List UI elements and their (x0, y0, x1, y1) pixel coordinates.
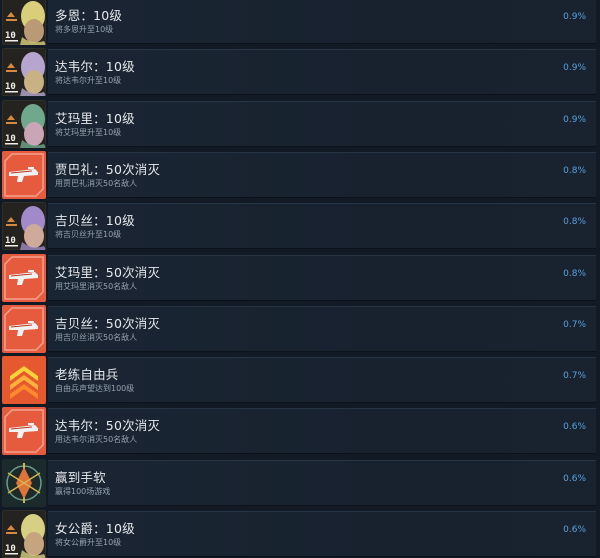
level-up-character-icon: 10 (2, 0, 46, 45)
achievement-title: 贾巴礼：50次消灭 (55, 162, 161, 177)
achievement-panel: 贾巴礼：50次消灭用贾巴礼消灭50名敌人 0.8% (48, 152, 596, 198)
achievement-row[interactable]: 10 艾玛里：10级将艾玛里升至10级 0.9% (0, 100, 600, 148)
achievement-title: 吉贝丝：50次消灭 (55, 316, 161, 331)
achievement-title: 赢到手软 (55, 470, 106, 485)
achievement-title: 达韦尔：10级 (55, 59, 135, 74)
achievement-panel: 老练自由兵自由兵声望达到100级 0.7% (48, 357, 596, 403)
achievement-title: 艾玛里：10级 (55, 111, 135, 126)
svg-text:10: 10 (5, 134, 16, 144)
achievement-description: 用贾巴礼消灭50名敌人 (55, 179, 138, 188)
unlock-percentage: 0.7% (563, 371, 586, 381)
unlock-percentage: 0.9% (563, 115, 586, 125)
achievement-description: 将多恩升至10级 (55, 25, 114, 34)
achievement-title: 多恩：10级 (55, 8, 123, 23)
unlock-percentage: 0.6% (563, 525, 586, 535)
achievement-row[interactable]: 10 达韦尔：10级将达韦尔升至10级 0.9% (0, 48, 600, 96)
achievement-description: 将达韦尔升至10级 (55, 76, 122, 85)
achievement-description: 用艾玛里消灭50名敌人 (55, 282, 138, 291)
achievement-panel: 艾玛里：10级将艾玛里升至10级 0.9% (48, 101, 596, 147)
unlock-percentage: 0.6% (563, 422, 586, 432)
achievement-panel: 达韦尔：50次消灭用达韦尔消灭50名敌人 0.6% (48, 408, 596, 454)
achievement-description: 赢得100场游戏 (55, 487, 111, 496)
achievement-title: 吉贝丝：10级 (55, 213, 135, 228)
unlock-percentage: 0.6% (563, 474, 586, 484)
achievement-description: 将女公爵升至10级 (55, 538, 122, 547)
achievement-title: 艾玛里：50次消灭 (55, 265, 161, 280)
achievement-row[interactable]: 吉贝丝：50次消灭用吉贝丝消灭50名敌人 0.7% (0, 305, 600, 353)
achievement-description: 用吉贝丝消灭50名敌人 (55, 333, 138, 342)
svg-text:10: 10 (5, 82, 16, 92)
achievement-row[interactable]: 10 多恩：10级将多恩升至10级 0.9% (0, 0, 600, 45)
achievement-description: 自由兵声望达到100级 (55, 384, 135, 393)
achievement-description: 将吉贝丝升至10级 (55, 230, 122, 239)
achievement-title: 达韦尔：50次消灭 (55, 418, 161, 433)
achievement-panel: 吉贝丝：10级将吉贝丝升至10级 0.8% (48, 203, 596, 249)
achievement-title: 女公爵：10级 (55, 521, 135, 536)
achievement-row[interactable]: 赢到手软赢得100场游戏 0.6% (0, 459, 600, 507)
level-up-character-icon: 10 (2, 202, 46, 250)
svg-text:10: 10 (5, 544, 16, 554)
achievement-description: 用达韦尔消灭50名敌人 (55, 435, 138, 444)
svg-text:10: 10 (5, 236, 16, 246)
achievement-panel: 吉贝丝：50次消灭用吉贝丝消灭50名敌人 0.7% (48, 306, 596, 352)
achievement-panel: 女公爵：10级将女公爵升至10级 0.6% (48, 511, 596, 557)
weapon-kills-icon (2, 407, 46, 455)
achievement-row[interactable]: 贾巴礼：50次消灭用贾巴礼消灭50名敌人 0.8% (0, 151, 600, 199)
trophy-emblem-icon (2, 459, 46, 507)
achievement-panel: 多恩：10级将多恩升至10级 0.9% (48, 0, 596, 44)
achievement-row[interactable]: 达韦尔：50次消灭用达韦尔消灭50名敌人 0.6% (0, 407, 600, 455)
weapon-kills-icon (2, 305, 46, 353)
unlock-percentage: 0.8% (563, 269, 586, 279)
achievement-panel: 艾玛里：50次消灭用艾玛里消灭50名敌人 0.8% (48, 255, 596, 301)
unlock-percentage: 0.7% (563, 320, 586, 330)
weapon-kills-icon (2, 254, 46, 302)
rank-chevrons-icon (2, 356, 46, 404)
unlock-percentage: 0.8% (563, 217, 586, 227)
achievement-title: 老练自由兵 (55, 367, 119, 382)
unlock-percentage: 0.9% (563, 12, 586, 22)
level-up-character-icon: 10 (2, 48, 46, 96)
unlock-percentage: 0.9% (563, 63, 586, 73)
svg-text:10: 10 (5, 31, 16, 41)
achievement-row[interactable]: 10 吉贝丝：10级将吉贝丝升至10级 0.8% (0, 202, 600, 250)
achievement-description: 将艾玛里升至10级 (55, 128, 122, 137)
achievement-row[interactable]: 艾玛里：50次消灭用艾玛里消灭50名敌人 0.8% (0, 254, 600, 302)
achievement-panel: 达韦尔：10级将达韦尔升至10级 0.9% (48, 49, 596, 95)
achievement-panel: 赢到手软赢得100场游戏 0.6% (48, 460, 596, 506)
unlock-percentage: 0.8% (563, 166, 586, 176)
achievement-list: 10 多恩：10级将多恩升至10级 0.9% 10 达韦尔：10级将达韦尔升至10级 0.… (0, 0, 600, 558)
achievement-row[interactable]: 老练自由兵自由兵声望达到100级 0.7% (0, 356, 600, 404)
level-up-character-icon: 10 (2, 100, 46, 148)
weapon-kills-icon (2, 151, 46, 199)
